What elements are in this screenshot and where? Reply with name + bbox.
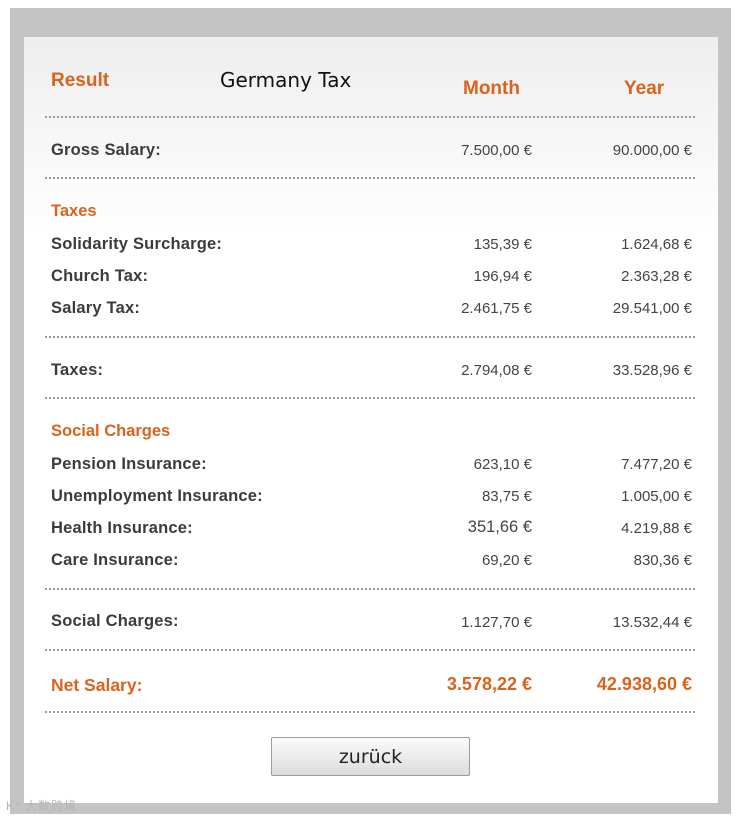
unemployment-insurance-year: 1.005,00 € — [621, 488, 692, 505]
solidarity-surcharge-label: Solidarity Surcharge: — [51, 235, 223, 253]
salary-tax-year: 29.541,00 € — [612, 300, 692, 317]
gross-salary-month: 7.500,00 € — [461, 142, 532, 159]
divider — [45, 711, 695, 713]
net-salary-year: 42.938,60 € — [596, 674, 692, 694]
page-title: Germany Tax — [220, 68, 352, 92]
salary-tax-month: 2.461,75 € — [461, 300, 532, 317]
taxes-total-label: Taxes: — [51, 361, 104, 379]
net-salary-month: 3.578,22 € — [446, 674, 532, 694]
health-insurance-label: Health Insurance: — [51, 519, 193, 537]
church-tax-year: 2.363,28 € — [621, 268, 692, 285]
care-insurance-label: Care Insurance: — [51, 551, 179, 569]
back-button[interactable]: zurück — [271, 737, 470, 776]
taxes-total-month: 2.794,08 € — [461, 362, 532, 379]
health-insurance-year: 4.219,88 € — [621, 520, 692, 537]
year-column-header: Year — [624, 78, 665, 99]
divider — [45, 116, 695, 118]
divider — [45, 177, 695, 179]
church-tax-label: Church Tax: — [51, 267, 149, 285]
solidarity-surcharge-year: 1.624,68 € — [621, 236, 692, 253]
divider — [45, 588, 695, 590]
taxes-section-heading: Taxes — [51, 202, 97, 220]
social-charges-total-month: 1.127,70 € — [461, 614, 532, 631]
watermark: K° 大数跨境 — [6, 799, 78, 813]
solidarity-surcharge-month: 135,39 € — [473, 236, 532, 253]
social-charges-total-year: 13.532,44 € — [612, 614, 692, 631]
divider — [45, 649, 695, 651]
divider — [45, 397, 695, 399]
month-column-header: Month — [463, 78, 520, 99]
taxes-total-year: 33.528,96 € — [612, 362, 692, 379]
care-insurance-year: 830,36 € — [633, 552, 692, 569]
salary-tax-label: Salary Tax: — [51, 299, 141, 317]
social-charges-section-heading: Social Charges — [51, 422, 171, 440]
unemployment-insurance-month: 83,75 € — [481, 488, 532, 505]
gross-salary-label: Gross Salary: — [51, 141, 161, 159]
pension-insurance-label: Pension Insurance: — [51, 455, 207, 473]
unemployment-insurance-label: Unemployment Insurance: — [51, 487, 263, 505]
church-tax-month: 196,94 € — [473, 268, 532, 285]
divider — [45, 336, 695, 338]
care-insurance-month: 69,20 € — [481, 552, 532, 569]
pension-insurance-year: 7.477,20 € — [621, 456, 692, 473]
gross-salary-year: 90.000,00 € — [612, 142, 692, 159]
result-header: Result — [51, 70, 110, 91]
pension-insurance-month: 623,10 € — [473, 456, 532, 473]
social-charges-total-label: Social Charges: — [51, 612, 179, 630]
health-insurance-month: 351,66 € — [467, 518, 532, 536]
net-salary-label: Net Salary: — [51, 675, 143, 695]
